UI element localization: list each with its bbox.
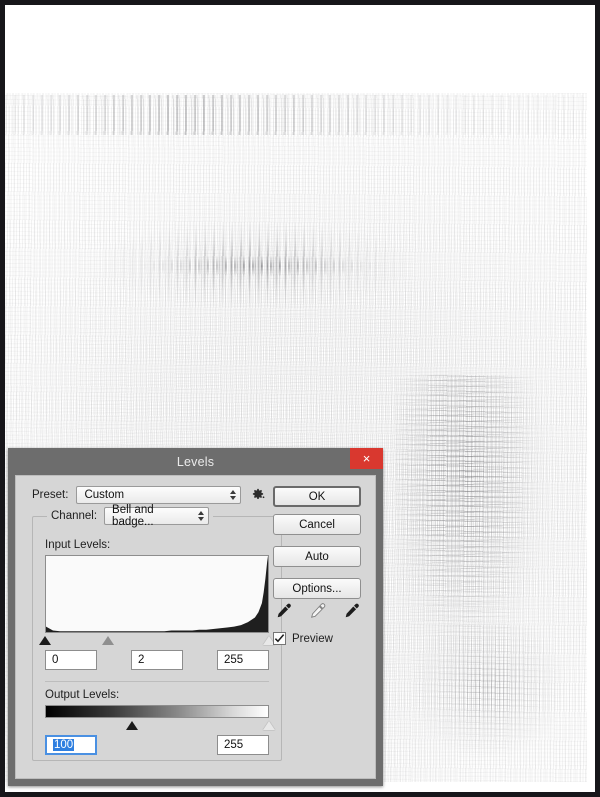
input-levels-label: Input Levels: [45,539,111,551]
histogram-plot [46,556,268,632]
chevron-updown-icon [198,511,205,521]
groupbox-inner: Input Levels: 0 2 255 Output Levels: 100… [39,539,275,757]
preset-dropdown[interactable]: Custom [76,486,242,504]
eyedropper-white-point-icon[interactable] [341,601,361,621]
dialog-body: Preset: Custom Channel: Bell and badge..… [15,475,376,779]
photo-scratch-band-top [5,95,595,135]
eyedropper-tools [273,601,361,621]
photo-scratch-cluster-lower-right [415,625,575,775]
options-button[interactable]: Options... [273,578,361,599]
chevron-updown-icon [230,490,237,500]
preview-label: Preview [292,632,333,645]
output-black-slider[interactable] [126,721,139,730]
output-gradient-bar [45,705,269,718]
section-divider [45,681,269,682]
channel-dropdown[interactable]: Bell and badge... [104,504,210,528]
input-levels-fields: 0 2 255 [45,650,269,672]
channel-row: Channel: Bell and badge... [47,504,214,528]
dialog-title: Levels [176,454,215,469]
output-white-slider[interactable] [263,721,275,730]
gear-icon[interactable] [249,486,267,504]
photo-scratch-band-center [135,255,385,277]
eyedropper-gray-point-icon[interactable] [307,601,327,621]
output-levels-fields: 100 255 [45,735,269,757]
histogram [45,555,269,633]
input-shadow-field[interactable]: 0 [45,650,97,670]
dialog-titlebar[interactable]: Levels × [8,448,383,475]
preset-label: Preset: [32,489,69,501]
preview-checkbox[interactable] [273,632,286,645]
close-button[interactable]: × [350,448,383,469]
eyedropper-black-point-icon[interactable] [273,601,293,621]
preset-value: Custom [84,489,125,501]
output-black-field[interactable]: 100 [45,735,97,755]
levels-groupbox: Channel: Bell and badge... Input Levels: [32,504,282,761]
input-slider-track[interactable] [39,634,275,648]
output-slider-track[interactable] [45,719,275,733]
input-gamma-field[interactable]: 2 [131,650,183,670]
output-white-field[interactable]: 255 [217,735,269,755]
input-shadow-slider[interactable] [39,636,51,645]
dialog-buttons: OK Cancel Auto Options... [273,486,361,606]
cancel-button[interactable]: Cancel [273,514,361,535]
output-black-value: 100 [53,739,75,751]
screenshot-canvas: Levels × Preset: Custom Channel: Bell an… [0,0,600,797]
photo-white-right-margin [587,5,595,792]
input-gamma-slider[interactable] [101,636,114,645]
preview-row[interactable]: Preview [273,632,361,645]
channel-value: Bell and badge... [112,504,154,528]
ok-button[interactable]: OK [273,486,361,507]
photo-white-top-margin [5,5,595,93]
output-levels-label: Output Levels: [45,689,120,701]
auto-button[interactable]: Auto [273,546,361,567]
preset-row: Preset: Custom [32,486,267,504]
input-highlight-field[interactable]: 255 [217,650,269,670]
levels-dialog[interactable]: Levels × Preset: Custom Channel: Bell an… [8,448,383,786]
channel-label: Channel: [51,510,98,522]
